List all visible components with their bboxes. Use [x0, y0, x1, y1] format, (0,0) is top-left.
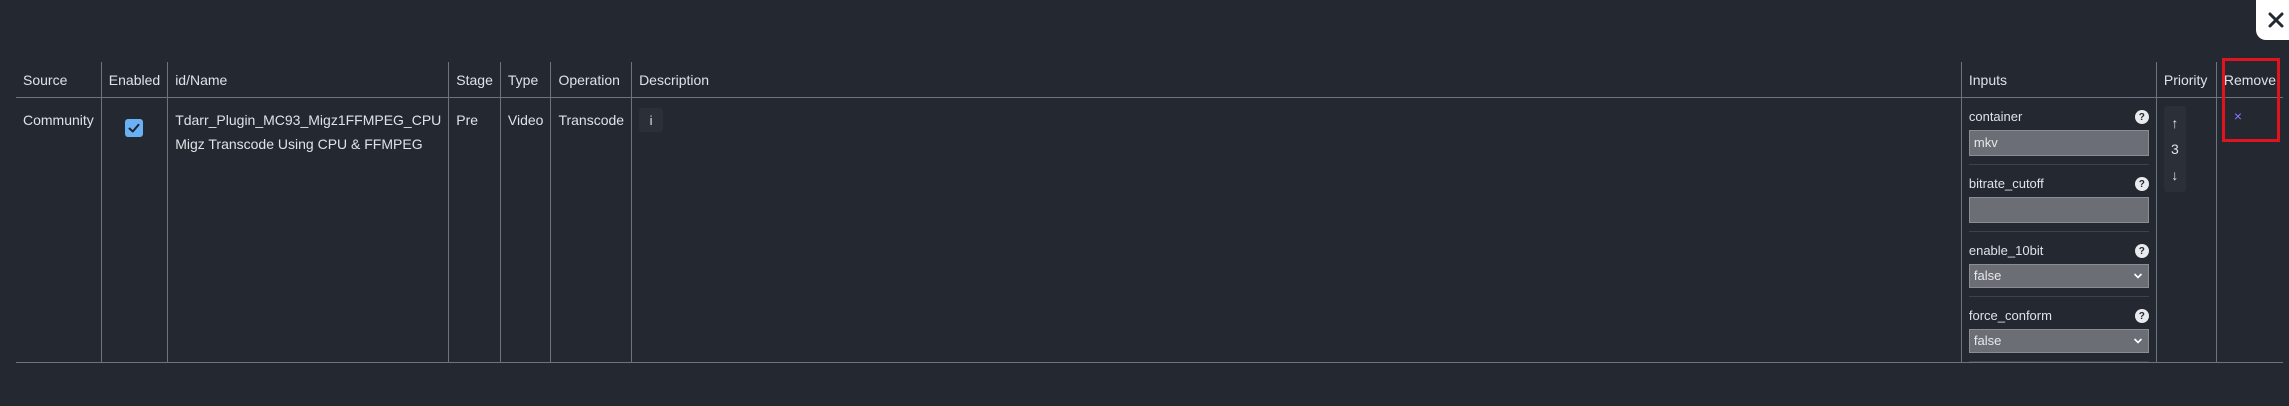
header-stage: Stage: [448, 62, 501, 98]
input-container: container ? mkv: [1968, 98, 2149, 165]
source-cell: Community: [16, 97, 102, 363]
plugin-id: Tdarr_Plugin_MC93_Migz1FFMPEG_CPU: [175, 112, 442, 128]
operation-cell: Transcode: [550, 97, 632, 363]
help-icon[interactable]: ?: [2134, 110, 2149, 124]
type-value: Video: [507, 112, 544, 128]
check-icon: [128, 123, 140, 133]
header-enabled: Enabled: [100, 62, 168, 98]
stage-value: Pre: [456, 112, 479, 128]
input-label-bitrate-cutoff: bitrate_cutoff: [1968, 176, 2044, 191]
input-label-container: container: [1968, 109, 2023, 124]
inputs-cell: container ? mkv bitrate_cutoff ? enable_…: [1960, 97, 2157, 363]
close-button[interactable]: [2256, 0, 2289, 40]
header-description: Description: [631, 62, 1962, 98]
remove-button[interactable]: ×: [2224, 108, 2276, 124]
container-field[interactable]: mkv: [1968, 130, 2149, 156]
description-cell: i: [631, 97, 1962, 363]
header-source: Source: [16, 62, 102, 98]
enabled-checkbox[interactable]: [125, 119, 144, 137]
header-remove: Remove: [2215, 62, 2283, 98]
help-icon[interactable]: ?: [2134, 177, 2149, 191]
id-name-cell: Tdarr_Plugin_MC93_Migz1FFMPEG_CPU Migz T…: [167, 97, 449, 363]
priority-down-button[interactable]: ↓: [2164, 162, 2186, 188]
enable-10bit-select[interactable]: false: [1968, 264, 2149, 288]
header-type: Type: [499, 62, 551, 98]
stage-cell: Pre: [448, 97, 501, 363]
header-inputs: Inputs: [1960, 62, 2157, 98]
help-icon[interactable]: ?: [2134, 309, 2149, 323]
table-row: Community Tdarr_Plugin_MC93_Migz1FFMPEG_…: [16, 97, 2283, 363]
type-cell: Video: [499, 97, 551, 363]
chevron-down-icon: [2133, 338, 2142, 344]
remove-cell: ×: [2215, 97, 2283, 363]
priority-value: 3: [2170, 141, 2179, 157]
plugin-name: Migz Transcode Using CPU & FFMPEG: [175, 136, 423, 152]
chevron-down-icon: [2133, 273, 2142, 279]
plugin-stack-table: Source Enabled id/Name Stage Type Operat…: [16, 62, 2283, 363]
force-conform-value: false: [1973, 333, 2002, 348]
description-info-button[interactable]: i: [639, 108, 664, 132]
header-priority: Priority: [2155, 62, 2217, 98]
help-icon[interactable]: ?: [2134, 244, 2149, 258]
priority-control: ↑ 3 ↓: [2163, 106, 2186, 192]
priority-cell: ↑ 3 ↓: [2155, 97, 2217, 363]
source-value: Community: [23, 112, 94, 128]
input-label-enable-10bit: enable_10bit: [1968, 243, 2044, 258]
operation-value: Transcode: [558, 112, 625, 128]
header-id-name: id/Name: [167, 62, 449, 98]
input-label-force-conform: force_conform: [1968, 308, 2052, 323]
priority-up-button[interactable]: ↑: [2164, 110, 2186, 136]
input-enable-10bit: enable_10bit ? false: [1968, 232, 2149, 297]
table-header-row: Source Enabled id/Name Stage Type Operat…: [16, 62, 2283, 98]
input-force-conform: force_conform ? false: [1968, 297, 2149, 362]
bitrate-cutoff-field[interactable]: [1968, 197, 2149, 223]
force-conform-select[interactable]: false: [1968, 329, 2149, 353]
enabled-cell: [100, 97, 168, 363]
enable-10bit-value: false: [1973, 268, 2002, 283]
close-icon: [2268, 12, 2284, 28]
input-bitrate-cutoff: bitrate_cutoff ?: [1968, 165, 2149, 232]
header-operation: Operation: [550, 62, 632, 98]
